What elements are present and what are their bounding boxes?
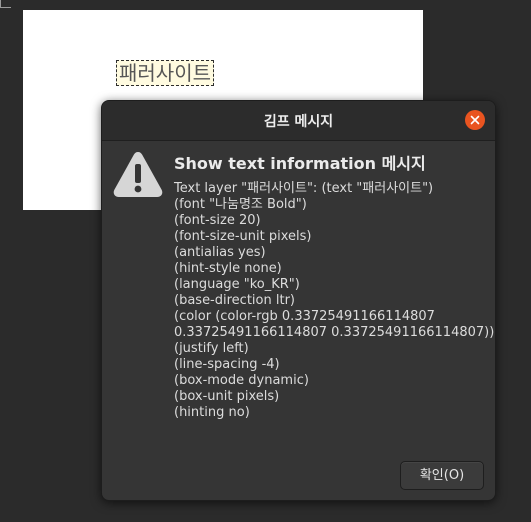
message-line: (base-direction ltr)	[174, 293, 295, 308]
message-line: Text layer "패러사이트": (text "패러사이트")	[174, 181, 434, 196]
message-line: (antialias yes)	[174, 245, 266, 260]
message-line: (font-size 20)	[174, 213, 261, 228]
close-icon	[470, 115, 480, 125]
message-heading: Show text information 메시지	[174, 154, 426, 173]
message-line: (justify left)	[174, 341, 249, 356]
dialog-titlebar[interactable]: 김프 메시지	[102, 101, 495, 141]
message-line: (font "나눔명조 Bold")	[174, 197, 307, 212]
ok-button[interactable]: 확인(O)	[400, 461, 484, 490]
message-line: (color (color-rgb 0.33725491166114807	[174, 309, 435, 324]
warning-icon	[113, 152, 163, 197]
corner-marker	[0, 0, 11, 8]
message-line: 0.33725491166114807 0.33725491166114807)…	[174, 325, 495, 340]
dialog-title: 김프 메시지	[263, 114, 334, 130]
text-layer[interactable]: 패러사이트	[116, 60, 214, 86]
message-line: (language "ko_KR")	[174, 277, 300, 292]
message-body: Text layer "패러사이트": (text "패러사이트") (font…	[174, 181, 495, 421]
message-line: (box-mode dynamic)	[174, 373, 309, 388]
message-line: (hinting no)	[174, 405, 250, 420]
message-line: (box-unit pixels)	[174, 389, 280, 404]
message-line: (hint-style none)	[174, 261, 282, 276]
gimp-workspace: 패러사이트 김프 메시지 Show text information 메시지 T…	[0, 0, 531, 522]
message-dialog: 김프 메시지 Show text information 메시지 Text la…	[101, 100, 496, 501]
close-button[interactable]	[465, 110, 485, 130]
message-line: (font-size-unit pixels)	[174, 229, 312, 244]
message-line: (line-spacing -4)	[174, 357, 280, 372]
